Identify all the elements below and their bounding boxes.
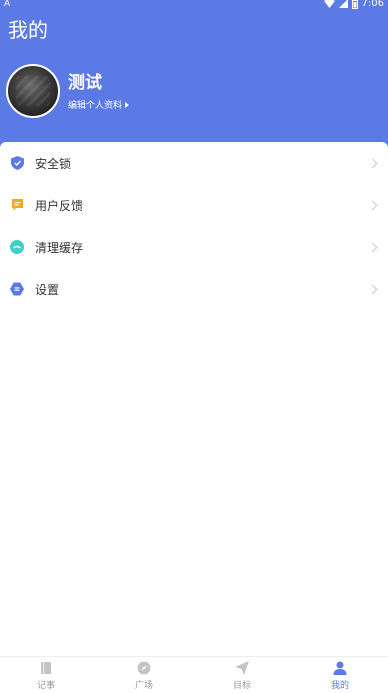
menu-item-feedback[interactable]: 用户反馈	[0, 184, 388, 226]
menu-item-label: 用户反馈	[35, 198, 84, 213]
username: 测试	[68, 73, 102, 93]
menu-item-settings[interactable]: 设置	[0, 268, 388, 310]
status-bar: A 7:06	[0, 0, 388, 10]
menu-card: 安全锁 用户反馈 清理缓存 设置	[0, 142, 388, 312]
compass-icon	[137, 661, 151, 675]
menu-item-security-lock[interactable]: 安全锁	[0, 142, 388, 184]
bottom-tab-bar: 记事 广场 目标 我的	[0, 656, 388, 693]
profile-header: A 7:06 我的 测试 编辑个人资料	[0, 0, 388, 150]
chevron-right-icon	[367, 284, 378, 294]
settings-icon	[10, 282, 24, 296]
tab-goals[interactable]: 目标	[212, 661, 272, 691]
edit-profile-label: 编辑个人资料	[68, 101, 123, 111]
chevron-right-icon	[367, 242, 378, 252]
chevron-right-icon	[367, 200, 378, 210]
status-right: 7:06	[323, 0, 384, 9]
status-indicator: A	[4, 0, 11, 9]
menu-item-label: 安全锁	[35, 156, 72, 171]
menu-item-label: 清理缓存	[35, 240, 84, 255]
edit-profile-link[interactable]: 编辑个人资料	[68, 98, 130, 111]
battery-icon	[351, 0, 358, 9]
avatar[interactable]	[6, 64, 60, 118]
notebook-icon	[41, 662, 51, 674]
user-icon	[333, 661, 347, 675]
tab-notes[interactable]: 记事	[16, 661, 76, 691]
wifi-icon	[323, 0, 335, 8]
send-icon	[235, 661, 249, 675]
clean-cache-icon	[10, 240, 24, 254]
shield-icon	[10, 156, 24, 170]
tab-label: 广场	[134, 681, 153, 691]
tab-label: 记事	[36, 681, 55, 691]
tab-mine[interactable]: 我的	[310, 661, 370, 691]
menu-item-clear-cache[interactable]: 清理缓存	[0, 226, 388, 268]
status-time: 7:06	[361, 0, 384, 9]
tab-label: 目标	[232, 681, 251, 691]
tab-square[interactable]: 广场	[114, 661, 174, 691]
caret-right-icon	[125, 101, 130, 108]
chevron-right-icon	[367, 158, 378, 168]
tab-label: 我的	[330, 681, 349, 691]
feedback-icon	[10, 198, 24, 212]
menu-item-label: 设置	[35, 282, 60, 297]
page-title: 我的	[8, 18, 48, 42]
signal-icon	[338, 0, 348, 8]
